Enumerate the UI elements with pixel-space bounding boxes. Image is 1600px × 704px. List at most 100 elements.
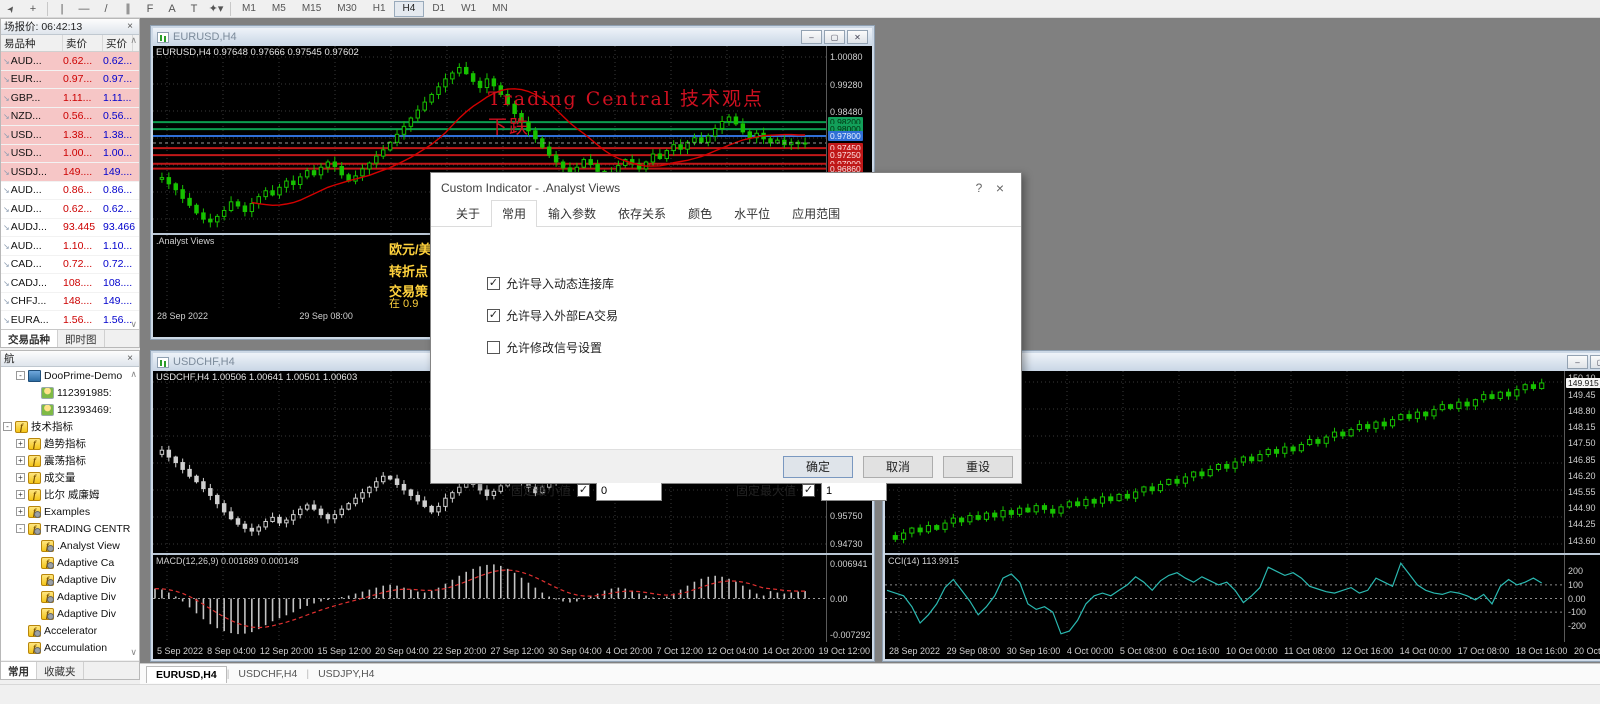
cci-scale[interactable]: 2001000.00-100-200 <box>1564 555 1600 642</box>
dialog-button-cancel[interactable]: 取消 <box>863 456 933 478</box>
timeframe-button-w1[interactable]: W1 <box>453 1 484 17</box>
checkbox-checked[interactable]: ✓ <box>487 277 500 290</box>
eurusd-titlebar[interactable]: EURUSD,H4 ‒▢✕ <box>153 28 872 46</box>
column-bid[interactable]: 卖价 <box>63 35 103 51</box>
tree-expander-icon[interactable]: + <box>16 456 25 465</box>
market-watch-row[interactable]: ↘EURA...1.56...1.56... <box>1 311 139 330</box>
time-axis[interactable]: 28 Sep 202229 Sep 08:0030 Sep 16:004 Oct… <box>885 643 1600 658</box>
restore-button[interactable]: ▢ <box>824 30 845 44</box>
horizontal-line-icon[interactable]: — <box>73 1 95 17</box>
navigator-item[interactable]: +f趋势指标 <box>1 435 139 452</box>
timeframe-button-mn[interactable]: MN <box>484 1 516 17</box>
timeframe-button-m5[interactable]: M5 <box>264 1 294 17</box>
market-watch-row[interactable]: ↘AUD...1.10...1.10... <box>1 237 139 256</box>
channel-icon[interactable]: ∥ <box>117 1 139 17</box>
close-icon[interactable]: × <box>124 353 136 364</box>
fixed-maximum-checkbox[interactable]: ✓ <box>802 484 815 497</box>
dialog-button-reset[interactable]: 重设 <box>943 456 1013 478</box>
navigator-item[interactable]: +f比尔 威廉姆 <box>1 486 139 503</box>
column-symbol[interactable]: 易品种 <box>1 35 63 51</box>
timeframe-button-m30[interactable]: M30 <box>329 1 364 17</box>
navigator-titlebar[interactable]: 航 × <box>1 351 139 367</box>
chart-tab-usdjpyh4[interactable]: USDJPY,H4 <box>309 666 383 682</box>
market-watch-row[interactable]: ↘AUD...0.62...0.62... <box>1 200 139 219</box>
dialog-tab-依存关系[interactable]: 依存关系 <box>607 200 677 226</box>
market-watch-row[interactable]: ↘AUDJ...93.44593.466 <box>1 219 139 238</box>
close-icon[interactable]: × <box>989 180 1011 196</box>
navigator-tab[interactable]: 收藏夹 <box>37 662 84 679</box>
market-watch-tab[interactable]: 交易品种 <box>1 330 58 347</box>
market-watch-row[interactable]: ↘GBP...1.11...1.11... <box>1 89 139 108</box>
checkbox-checked[interactable]: ✓ <box>487 309 500 322</box>
timeframe-button-h1[interactable]: H1 <box>365 1 394 17</box>
navigator-item[interactable]: fAccelerator <box>1 622 139 639</box>
label-icon[interactable]: T <box>183 1 205 17</box>
text-icon[interactable]: A <box>161 1 183 17</box>
trendline-icon[interactable]: / <box>95 1 117 17</box>
column-ask[interactable]: 买价 <box>103 35 133 51</box>
time-axis[interactable]: 5 Sep 20228 Sep 04:0012 Sep 20:0015 Sep … <box>153 643 872 658</box>
tree-expander-icon[interactable]: - <box>16 371 25 380</box>
help-icon[interactable]: ? <box>969 181 989 195</box>
market-watch-row[interactable]: ↘NZD...0.56...0.56... <box>1 108 139 127</box>
dialog-tab-常用[interactable]: 常用 <box>491 200 537 227</box>
navigator-item[interactable]: -DooPrime-Demo <box>1 367 139 384</box>
fixed-minimum-checkbox[interactable]: ✓ <box>577 484 590 497</box>
chart-tab-usdchfh4[interactable]: USDCHF,H4 <box>229 666 306 682</box>
navigator-item[interactable]: fAdaptive Div <box>1 588 139 605</box>
market-watch-row[interactable]: ↘CAD...0.72...0.72... <box>1 256 139 275</box>
chart-tab-eurusdh4[interactable]: EURUSD,H4 <box>146 666 227 683</box>
navigator-item[interactable]: fAdaptive Div <box>1 571 139 588</box>
timeframe-button-h4[interactable]: H4 <box>394 1 425 17</box>
tree-expander-icon[interactable]: + <box>16 490 25 499</box>
navigator-item[interactable]: -fTRADING CENTR <box>1 520 139 537</box>
navigator-item[interactable]: -f技术指标 <box>1 418 139 435</box>
navigator-tab[interactable]: 常用 <box>1 662 37 679</box>
dialog-titlebar[interactable]: Custom Indicator - .Analyst Views ? × <box>431 173 1021 203</box>
market-watch-row[interactable]: ↘USD...1.00...1.00... <box>1 145 139 164</box>
navigator-item[interactable]: +fExamples <box>1 503 139 520</box>
timeframe-button-m1[interactable]: M1 <box>234 1 264 17</box>
market-watch-row[interactable]: ↘USD...1.38...1.38... <box>1 126 139 145</box>
navigator-item[interactable]: +f成交量 <box>1 469 139 486</box>
fixed-minimum-input[interactable] <box>596 480 662 501</box>
scroll-down-icon[interactable]: ∨ <box>130 647 137 658</box>
navigator-item[interactable]: fAdaptive Div <box>1 605 139 622</box>
timeframe-button-m15[interactable]: M15 <box>294 1 329 17</box>
macd-scale[interactable]: 0.0069410.00-0.007292 <box>826 555 872 642</box>
tree-expander-icon[interactable]: + <box>16 507 25 516</box>
close-icon[interactable]: × <box>124 21 136 32</box>
restore-button[interactable]: ▢ <box>1590 355 1600 369</box>
vertical-line-icon[interactable]: | <box>51 1 73 17</box>
navigator-item[interactable]: f.Analyst View <box>1 537 139 554</box>
tree-expander-icon[interactable]: - <box>3 422 12 431</box>
navigator-item[interactable]: +f震荡指标 <box>1 452 139 469</box>
dialog-tab-关于[interactable]: 关于 <box>445 200 491 226</box>
tree-expander-icon[interactable]: + <box>16 439 25 448</box>
checkbox-unchecked[interactable] <box>487 341 500 354</box>
cci-subwindow[interactable]: CCI(14) 113.9915 <box>885 555 1564 642</box>
navigator-item[interactable]: 112391985: <box>1 384 139 401</box>
macd-subwindow[interactable]: MACD(12,26,9) 0.001689 0.000148 <box>153 555 826 642</box>
timeframe-button-d1[interactable]: D1 <box>424 1 453 17</box>
dialog-tab-应用范围[interactable]: 应用范围 <box>781 200 851 226</box>
fixed-maximum-input[interactable] <box>821 480 887 501</box>
navigator-item[interactable]: fAccumulation <box>1 639 139 656</box>
scroll-up-icon[interactable]: ∧ <box>130 35 137 46</box>
dialog-tab-输入参数[interactable]: 输入参数 <box>537 200 607 226</box>
scroll-up-icon[interactable]: ∧ <box>130 369 137 380</box>
market-watch-titlebar[interactable]: 场报价: 06:42:13 × <box>1 19 139 35</box>
market-watch-row[interactable]: ↘USDJ...149....149.... <box>1 163 139 182</box>
market-watch-row[interactable]: ↘CHFJ...148....149.... <box>1 293 139 312</box>
tree-expander-icon[interactable]: - <box>16 524 25 533</box>
market-watch-row[interactable]: ↘AUD...0.62...0.62... <box>1 52 139 71</box>
usdjpy-price-scale[interactable]: 150.10149.45148.80148.15147.50146.85146.… <box>1564 371 1600 553</box>
close-button[interactable]: ✕ <box>847 30 868 44</box>
minimize-button[interactable]: ‒ <box>1567 355 1588 369</box>
navigator-item[interactable]: fAdaptive Ca <box>1 554 139 571</box>
fibonacci-icon[interactable]: F <box>139 1 161 17</box>
crosshair-icon[interactable]: + <box>22 1 44 17</box>
tree-expander-icon[interactable]: + <box>16 473 25 482</box>
dialog-tab-颜色[interactable]: 颜色 <box>677 200 723 226</box>
dialog-button-ok[interactable]: 确定 <box>783 456 853 478</box>
